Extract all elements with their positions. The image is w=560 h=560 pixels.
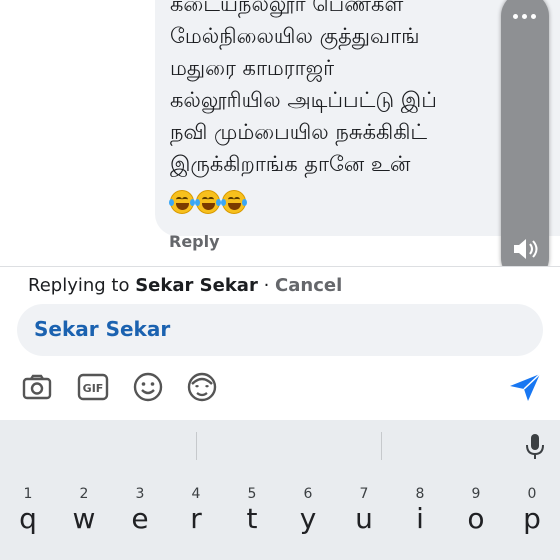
keyboard-suggestion-bar bbox=[0, 420, 560, 472]
key-e[interactable]: 3e bbox=[117, 472, 163, 560]
camera-icon[interactable] bbox=[20, 370, 54, 404]
replying-bar: Replying to Sekar Sekar · Cancel bbox=[0, 266, 560, 303]
replying-text: Replying to Sekar Sekar · Cancel bbox=[28, 275, 342, 296]
cancel-reply-button[interactable]: Cancel bbox=[275, 275, 342, 296]
more-dots-icon[interactable] bbox=[513, 14, 536, 19]
key-o[interactable]: 9o bbox=[453, 472, 499, 560]
mention-tag: Sekar Sekar bbox=[34, 317, 171, 341]
gif-label: GIF bbox=[83, 382, 104, 395]
keyboard-row: 1q 2w 3e 4r 5t 6y 7u 8i 9o 0p bbox=[0, 472, 560, 560]
emoji-row bbox=[169, 190, 247, 214]
reply-link[interactable]: Reply bbox=[169, 232, 220, 251]
key-u[interactable]: 7u bbox=[341, 472, 387, 560]
laughing-emoji-icon bbox=[195, 190, 221, 214]
key-q[interactable]: 1q bbox=[5, 472, 51, 560]
avatar-sticker-icon[interactable] bbox=[185, 370, 219, 404]
key-y[interactable]: 6y bbox=[285, 472, 331, 560]
attachment-toolbar: GIF bbox=[0, 364, 560, 410]
laughing-emoji-icon bbox=[169, 190, 195, 214]
suggestion-divider bbox=[381, 432, 382, 460]
microphone-icon[interactable] bbox=[524, 432, 546, 462]
send-icon[interactable] bbox=[508, 371, 542, 403]
key-t[interactable]: 5t bbox=[229, 472, 275, 560]
key-p[interactable]: 0p bbox=[509, 472, 555, 560]
suggestion-divider bbox=[196, 432, 197, 460]
comment-area: கடையநல்லூர் பெண்கள் மேல்நிலையில குத்துவா… bbox=[0, 0, 560, 265]
comment-input[interactable]: Sekar Sekar bbox=[17, 304, 543, 356]
separator-dot: · bbox=[263, 275, 270, 296]
emoji-icon[interactable] bbox=[131, 370, 165, 404]
speaker-icon[interactable] bbox=[510, 236, 540, 262]
key-w[interactable]: 2w bbox=[61, 472, 107, 560]
gif-icon[interactable]: GIF bbox=[76, 370, 110, 404]
replying-prefix: Replying to bbox=[28, 275, 130, 296]
key-i[interactable]: 8i bbox=[397, 472, 443, 560]
laughing-emoji-icon bbox=[221, 190, 247, 214]
key-r[interactable]: 4r bbox=[173, 472, 219, 560]
replying-name: Sekar Sekar bbox=[135, 275, 258, 296]
floating-panel[interactable] bbox=[501, 0, 549, 282]
